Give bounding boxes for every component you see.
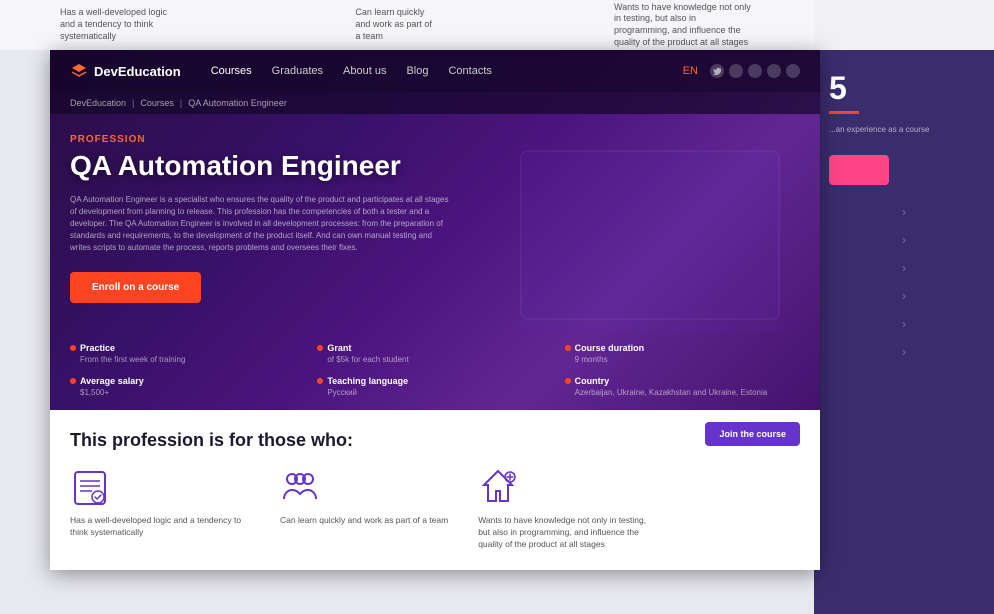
nav-contacts[interactable]: Contacts [448,65,491,77]
social-twitter[interactable] [710,64,724,78]
right-panel-bar [829,111,859,114]
stat-dot-5 [317,378,323,384]
social-facebook[interactable] [786,64,800,78]
stat-duration: Course duration 9 months [565,343,800,364]
breadcrumb-courses[interactable]: Courses [140,98,174,108]
right-panel-number: 5 [829,70,979,107]
top-card-2: Can learn quickly and work as part of a … [355,7,434,42]
stat-dot-4 [70,378,76,384]
social-linkedin[interactable] [748,64,762,78]
breadcrumb: DevEducation | Courses | QA Automation E… [50,92,820,114]
nav-courses[interactable]: Courses [211,65,252,77]
stat-grant-label: Grant [327,343,351,353]
stat-language: Teaching language Русский [317,376,552,397]
feature-icon-2 [280,467,320,507]
breadcrumb-sep-2: | [180,98,182,108]
hero-title: QA Automation Engineer [70,151,800,182]
feature-team: Can learn quickly and work as part of a … [280,467,448,551]
stat-dot-6 [565,378,571,384]
nav-blog[interactable]: Blog [406,65,428,77]
stat-practice-label: Practice [80,343,115,353]
enroll-button[interactable]: Enroll on a course [70,272,201,303]
stat-grant-value: of $5k for each student [317,355,552,364]
stat-salary: Average salary $1,500+ [70,376,305,397]
feature-text-2: Can learn quickly and work as part of a … [280,515,448,527]
hero-content: Profession QA Automation Engineer QA Aut… [50,114,820,333]
right-arrow-6[interactable]: › [829,345,979,359]
right-arrow-1[interactable]: › [829,205,979,219]
profession-label: Profession [70,134,800,145]
breadcrumb-sep-1: | [132,98,134,108]
feature-icon-1 [70,467,110,507]
stat-dot-3 [565,345,571,351]
stat-country-value: Azerbaijan, Ukraine, Kazakhstan and Ukra… [565,388,800,397]
stat-practice: Practice From the first week of training [70,343,305,364]
logo-text: DevEducation [94,64,181,79]
logo-icon [70,62,88,80]
stats-grid: Practice From the first week of training… [50,343,820,417]
stat-language-value: Русский [317,388,552,397]
hero-description: QA Automation Engineer is a specialist w… [70,194,450,254]
right-arrow-5[interactable]: › [829,317,979,331]
breadcrumb-home[interactable]: DevEducation [70,98,126,108]
features-row: Has a well-developed logic and a tendenc… [70,467,800,551]
stat-duration-value: 9 months [565,355,800,364]
top-cards-row: Has a well-developed logic and a tendenc… [0,0,814,50]
social-instagram[interactable] [729,64,743,78]
feature-logic: Has a well-developed logic and a tendenc… [70,467,250,551]
bottom-section: Join the course This profession is for t… [50,410,820,570]
stat-salary-label: Average salary [80,376,144,386]
top-card-3: Wants to have knowledge not only in test… [614,2,754,49]
right-arrow-3[interactable]: › [829,261,979,275]
nav-about[interactable]: About us [343,65,386,77]
breadcrumb-current: QA Automation Engineer [188,98,287,108]
section-title: This profession is for those who: [70,430,800,451]
feature-text-3: Wants to have knowledge not only in test… [478,515,658,551]
stat-country-label: Country [575,376,610,386]
language-selector[interactable]: EN [683,65,698,77]
main-window: DevEducation Courses Graduates About us … [50,50,820,570]
right-arrow-4[interactable]: › [829,289,979,303]
feature-icon-3 [478,467,518,507]
stat-language-label: Teaching language [327,376,408,386]
stat-practice-value: From the first week of training [70,355,305,364]
right-panel-arrows: › › › › › › [829,205,979,359]
right-panel-button[interactable] [829,155,889,185]
feature-knowledge: Wants to have knowledge not only in test… [478,467,658,551]
stat-dot-2 [317,345,323,351]
nav-links: Courses Graduates About us Blog Contacts [211,65,683,77]
social-links [710,64,800,78]
social-youtube[interactable] [767,64,781,78]
stat-dot-1 [70,345,76,351]
right-panel-text: ...an experience as a course [829,124,979,135]
stat-salary-value: $1,500+ [70,388,305,397]
feature-text-1: Has a well-developed logic and a tendenc… [70,515,250,539]
stat-duration-label: Course duration [575,343,645,353]
join-course-button[interactable]: Join the course [705,422,800,446]
nav-graduates[interactable]: Graduates [272,65,323,77]
logo[interactable]: DevEducation [70,62,181,80]
navigation: DevEducation Courses Graduates About us … [50,50,820,92]
stat-country: Country Azerbaijan, Ukraine, Kazakhstan … [565,376,800,397]
top-card-1: Has a well-developed logic and a tendenc… [60,7,175,42]
stat-grant: Grant of $5k for each student [317,343,552,364]
right-panel: 5 ...an experience as a course › › › › ›… [814,50,994,614]
right-arrow-2[interactable]: › [829,233,979,247]
top-strip: Has a well-developed logic and a tendenc… [0,0,994,50]
